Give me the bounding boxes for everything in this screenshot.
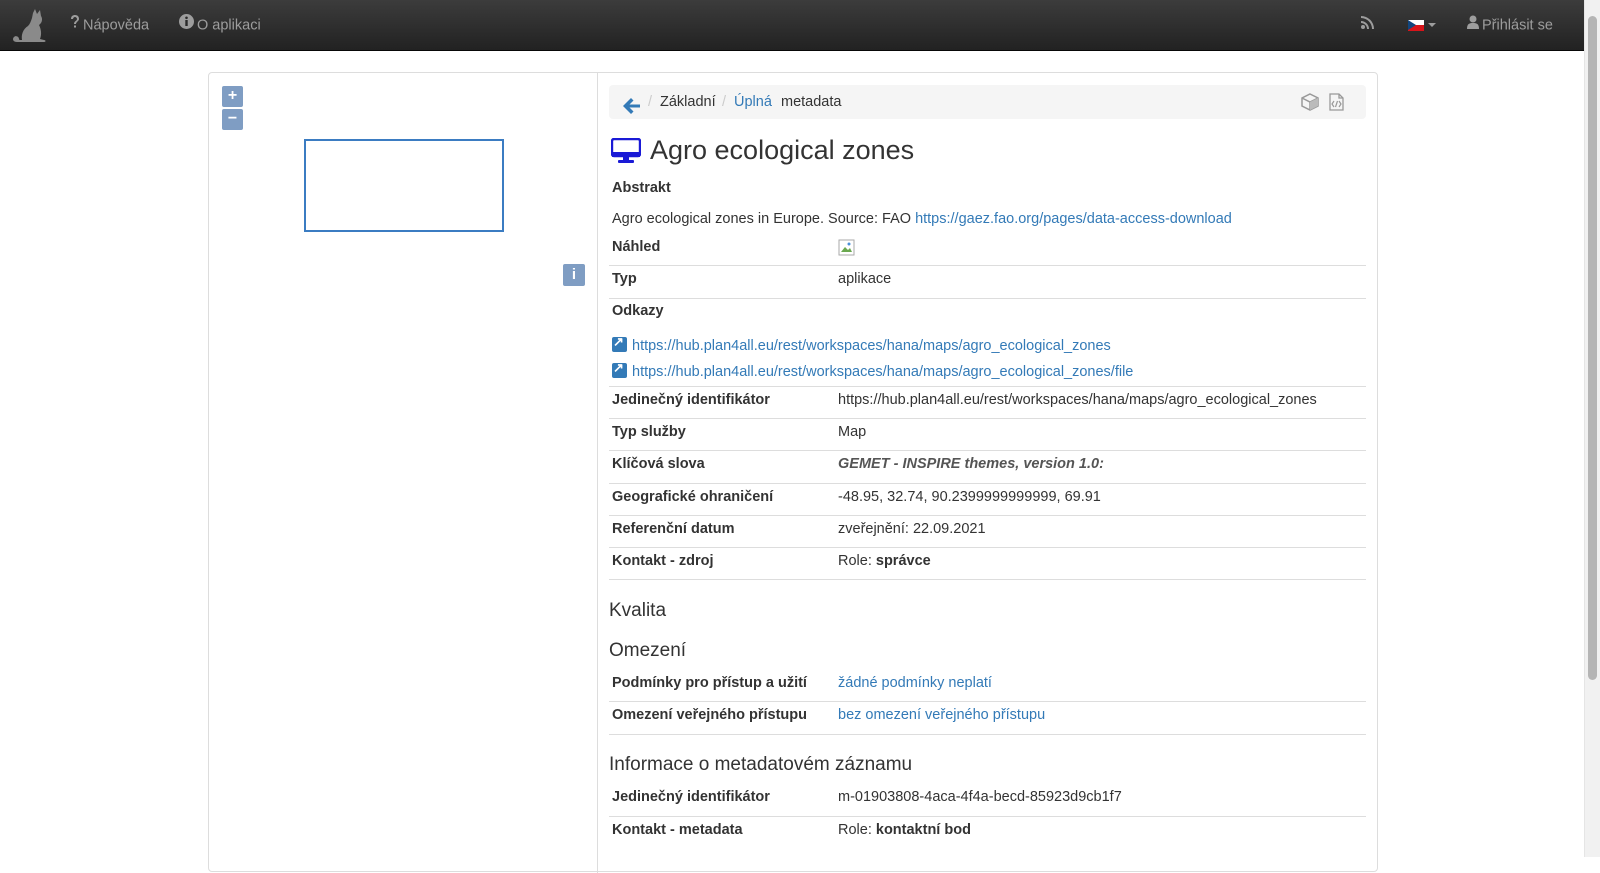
role-prefix: Role: [838,822,872,838]
divider [609,386,1366,387]
divider [609,265,1366,266]
info-circle-icon [179,0,194,51]
metadata-panel: + − i / Základní / Úplná metadata Agro e… [208,72,1378,873]
quality-heading: Kvalita [609,600,667,621]
contact-source-label: Kontakt - zdroj [612,553,714,569]
preview-label: Náhled [612,239,661,255]
metarecord-heading: Informace o metadatovém záznamu [609,754,913,775]
breadcrumb-separator: / [722,94,727,110]
xml-file-icon[interactable] [1329,93,1344,115]
metarecord-identifier-value: m-01903808-4aca-4f4a-becd-85923d9cb1f7 [838,789,1122,805]
type-value: aplikace [838,271,892,287]
constraints-heading: Omezení [609,640,687,661]
page-title: Agro ecological zones [650,135,915,165]
top-navbar: Nápověda O aplikaci Přihlásit se [0,0,1584,51]
divider [609,418,1366,419]
page-scrollbar[interactable] [1584,0,1600,857]
public-access-label: Omezení veřejného přístupu [612,707,807,723]
contact-role: správce [875,553,931,569]
resource-link-2-text[interactable]: https://hub.plan4all.eu/rest/workspaces/… [632,364,1133,380]
rss-link[interactable] [1361,0,1377,51]
breadcrumb-separator: / [648,94,653,110]
back-arrow-icon[interactable] [623,93,640,127]
question-icon [70,0,80,51]
keywords-value: GEMET - INSPIRE themes, version 1.0: [838,456,1104,472]
abstract-text: Agro ecological zones in Europe. Source:… [612,211,912,227]
map-info-button[interactable]: i [563,264,585,286]
external-link-icon [612,360,627,378]
breadcrumb: / Základní / Úplná metadata [609,85,1366,119]
login-link[interactable]: Přihlásit se [1467,0,1553,51]
zoom-in-button[interactable]: + [222,86,243,107]
contact-source-value: Role: správce [838,553,931,569]
cube-icon[interactable] [1301,93,1319,115]
resource-link-1[interactable]: https://hub.plan4all.eu/rest/workspaces/… [612,334,1111,354]
metarecord-identifier-label: Jedinečný identifikátor [612,789,770,805]
scrollbar-thumb[interactable] [1588,16,1597,680]
divider [609,298,1366,299]
metadata-contact-label: Kontakt - metadata [612,822,743,838]
zoom-out-button[interactable]: − [222,109,243,130]
abstract-label: Abstrakt [612,180,671,196]
divider [609,579,1366,580]
links-label: Odkazy [612,303,664,319]
nav-about-label: O aplikaci [197,17,261,34]
preview-broken-image-icon [838,239,855,260]
cat-logo-icon[interactable] [11,9,47,43]
nav-help-link[interactable]: Nápověda [70,0,149,51]
identifier-label: Jedinečný identifikátor [612,392,770,408]
identifier-value: https://hub.plan4all.eu/rest/workspaces/… [838,392,1317,408]
divider [609,734,1366,735]
breadcrumb-full-link[interactable]: Úplná [734,85,772,119]
breadcrumb-actions [1301,93,1344,115]
access-conditions-link[interactable]: žádné podmínky neplatí [838,675,992,691]
keywords-label: Klíčová slova [612,456,705,472]
czech-flag-icon [1408,19,1424,31]
metadata-contact-role: kontaktní bod [875,822,971,838]
access-conditions-label: Podmínky pro přístup a užití [612,675,807,691]
role-prefix: Role: [838,553,872,569]
breadcrumb-basic: Základní [660,94,716,110]
bbox-value: -48.95, 32.74, 90.2399999999999, 69.91 [838,489,1101,505]
refdate-label: Referenční datum [612,521,735,537]
nav-about-link[interactable]: O aplikaci [179,0,261,51]
login-label: Přihlásit se [1482,17,1553,34]
desktop-monitor-icon [610,137,642,168]
type-label: Typ [612,271,637,287]
divider [609,450,1366,451]
user-icon [1467,0,1479,51]
external-link-icon [612,334,627,352]
service-type-value: Map [838,424,867,440]
divider [609,547,1366,548]
resource-link-1-text[interactable]: https://hub.plan4all.eu/rest/workspaces/… [632,338,1111,354]
bbox-label: Geografické ohraničení [612,489,774,505]
nav-help-label: Nápověda [83,17,150,34]
metadata-contact-value: Role: kontaktní bod [838,822,971,838]
caret-down-icon [1428,23,1436,28]
divider [609,701,1366,702]
public-access-link[interactable]: bez omezení veřejného přístupu [838,707,1045,723]
divider [609,483,1366,484]
map-extent-box [304,139,504,232]
abstract-source-link[interactable]: https://gaez.fao.org/pages/data-access-d… [915,211,1232,227]
divider [609,515,1366,516]
map-view[interactable]: + − i [209,73,598,873]
abstract-text-row: Agro ecological zones in Europe. Source:… [612,211,1232,227]
resource-link-2[interactable]: https://hub.plan4all.eu/rest/workspaces/… [612,360,1133,380]
divider [609,816,1366,817]
language-dropdown[interactable] [1408,0,1436,51]
rss-icon [1361,0,1374,51]
refdate-value: zveřejnění: 22.09.2021 [838,521,986,537]
service-type-label: Typ služby [612,424,686,440]
breadcrumb-metadata: metadata [781,94,842,110]
